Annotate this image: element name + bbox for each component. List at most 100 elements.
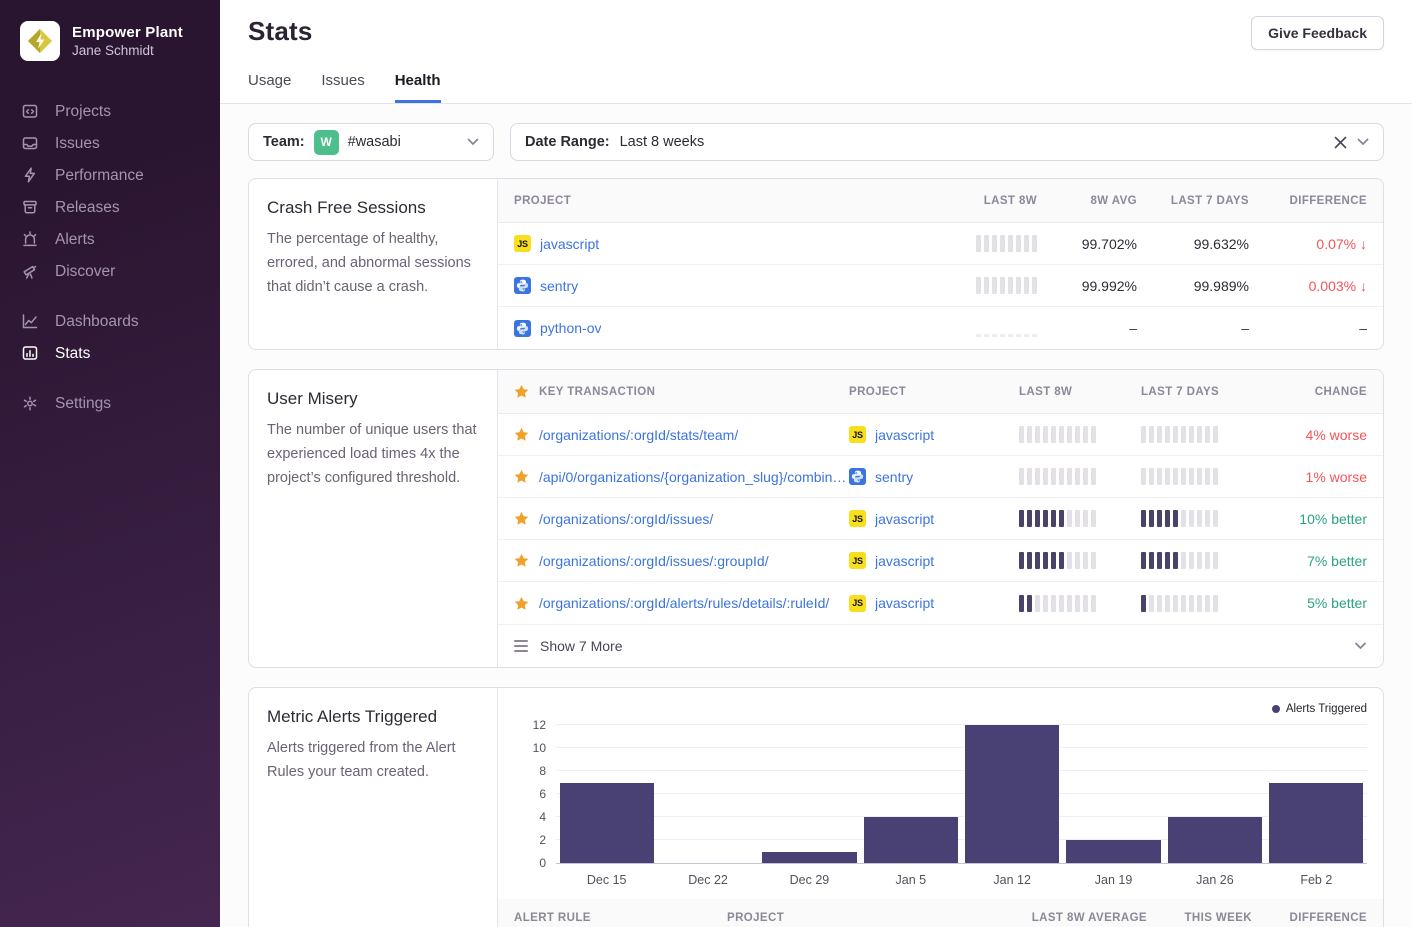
project-link[interactable]: javascript <box>875 553 934 569</box>
last-7-days-sparkline-cell <box>1141 595 1263 612</box>
8w-avg-cell: 99.702% <box>1037 236 1137 252</box>
project-link[interactable]: javascript <box>875 427 934 443</box>
bar-slot <box>556 726 657 863</box>
table-row: /organizations/:orgId/issues/JS javascrip… <box>498 498 1383 540</box>
clear-date-icon[interactable] <box>1334 136 1347 149</box>
sidebar-item-projects[interactable]: Projects <box>0 95 220 127</box>
x-axis-tick-label: Dec 15 <box>556 873 657 887</box>
bar-jan-12[interactable] <box>965 725 1059 863</box>
change-cell: 4% worse <box>1263 427 1367 443</box>
x-axis-tick-label: Jan 5 <box>860 873 961 887</box>
last-7-days-cell: 99.632% <box>1137 236 1249 252</box>
user-misery-panel: User Misery The number of unique users t… <box>248 369 1384 668</box>
transaction-link[interactable]: /organizations/:orgId/issues/:groupId/ <box>539 553 769 569</box>
filter-bar: Team: W #wasabi Date Range: Last 8 weeks <box>248 123 1384 161</box>
give-feedback-button[interactable]: Give Feedback <box>1251 16 1384 50</box>
org-switcher[interactable]: Empower Plant Jane Schmidt <box>0 0 220 71</box>
x-axis-tick-label: Feb 2 <box>1266 873 1367 887</box>
transaction-link[interactable]: /api/0/organizations/{organization_slug}… <box>539 469 849 485</box>
javascript-platform-icon: JS <box>849 510 866 527</box>
panel-subtitle: The number of unique users that experien… <box>267 419 479 491</box>
chevron-down-icon <box>1354 642 1367 650</box>
tab-usage[interactable]: Usage <box>248 72 291 103</box>
y-axis-tick-label: 8 <box>539 764 546 778</box>
project-link[interactable]: javascript <box>875 511 934 527</box>
user-misery-table-header: Key Transaction Project Last 8W Last 7 D… <box>498 370 1383 414</box>
sidebar-item-discover[interactable]: Discover <box>0 255 220 287</box>
project-cell: JSjavascript <box>849 595 1019 612</box>
sparkline-bars <box>1019 595 1141 612</box>
sidebar-item-dashboards[interactable]: Dashboards <box>0 305 220 337</box>
sparkline-bars <box>1141 595 1263 612</box>
project-link[interactable]: sentry <box>875 469 913 485</box>
project-link[interactable]: javascript <box>540 236 599 252</box>
discover-icon <box>20 261 40 281</box>
team-selector[interactable]: Team: W #wasabi <box>248 123 494 161</box>
project-cell: python-ov <box>514 320 925 337</box>
transaction-link[interactable]: /organizations/:orgId/stats/team/ <box>539 427 738 443</box>
sparkline-bars <box>1019 468 1141 485</box>
y-axis-tick-label: 2 <box>539 833 546 847</box>
bar-jan-26[interactable] <box>1168 817 1262 863</box>
project-cell: JS javascript <box>849 510 1019 527</box>
sidebar-item-label: Releases <box>55 198 120 217</box>
key-transaction-cell: /organizations/:orgId/issues/ <box>514 511 849 527</box>
team-value: #wasabi <box>348 134 401 150</box>
column-header-last-7-days: Last 7 Days <box>1137 195 1249 207</box>
python-platform-icon <box>514 320 531 337</box>
sparkline-bars <box>1019 552 1141 569</box>
project-link[interactable]: javascript <box>875 595 934 611</box>
sparkline-bars <box>1019 510 1141 527</box>
content: Team: W #wasabi Date Range: Last 8 weeks <box>220 104 1412 927</box>
org-text: Empower Plant Jane Schmidt <box>72 24 183 58</box>
bar-dec-15[interactable] <box>560 783 654 864</box>
sidebar-item-alerts[interactable]: Alerts <box>0 223 220 255</box>
bar-jan-19[interactable] <box>1066 840 1160 863</box>
show-more-button[interactable]: Show 7 More <box>498 624 1383 667</box>
sidebar-item-label: Alerts <box>55 230 95 249</box>
sparkline-bars <box>976 277 1037 294</box>
date-range-selector[interactable]: Date Range: Last 8 weeks <box>510 123 1384 161</box>
date-range-label: Date Range: <box>525 134 610 150</box>
sparkline-bars <box>1141 552 1263 569</box>
table-row: /organizations/:orgId/alerts/rules/detai… <box>498 582 1383 624</box>
javascript-platform-icon: JS <box>849 426 866 443</box>
sidebar-item-releases[interactable]: Releases <box>0 191 220 223</box>
column-header-last-7-days: Last 7 Days <box>1141 386 1263 398</box>
transaction-link[interactable]: /organizations/:orgId/alerts/rules/detai… <box>539 595 829 611</box>
bar-feb-2[interactable] <box>1269 783 1363 864</box>
star-icon <box>514 469 529 484</box>
sidebar-item-issues[interactable]: Issues <box>0 127 220 159</box>
bar-dec-29[interactable] <box>762 852 856 864</box>
tab-health[interactable]: Health <box>395 72 441 103</box>
sidebar-item-performance[interactable]: Performance <box>0 159 220 191</box>
tab-issues[interactable]: Issues <box>321 72 364 103</box>
last-8w-sparkline-cell <box>925 320 1037 337</box>
javascript-platform-icon: JS <box>514 235 531 252</box>
legend-label: Alerts Triggered <box>1286 703 1367 715</box>
last-7-days-sparkline-cell <box>1141 468 1263 485</box>
project-link[interactable]: python-ov <box>540 320 601 336</box>
org-name: Empower Plant <box>72 24 183 41</box>
sidebar-item-label: Projects <box>55 102 111 121</box>
project-link[interactable]: sentry <box>540 278 578 294</box>
last-8w-sparkline-cell <box>925 235 1037 252</box>
x-axis-tick-label: Dec 22 <box>657 873 758 887</box>
sidebar-item-stats[interactable]: Stats <box>0 337 220 369</box>
sidebar-item-settings[interactable]: Settings <box>0 387 220 419</box>
alerts-icon <box>20 229 40 249</box>
chart-x-axis-labels: Dec 15Dec 22Dec 29Jan 5Jan 12Jan 19Jan 2… <box>556 873 1367 887</box>
metric-alerts-chart-area: Alerts Triggered 024681012 Dec 15Dec 22D… <box>498 688 1383 927</box>
python-platform-icon <box>849 468 866 485</box>
transaction-link[interactable]: /organizations/:orgId/issues/ <box>539 511 713 527</box>
sparkline-bars <box>1141 510 1263 527</box>
sidebar: Empower Plant Jane Schmidt Projects Issue… <box>0 0 220 927</box>
sidebar-item-label: Dashboards <box>55 312 139 331</box>
table-row: sentry99.992%99.989%0.003% ↓ <box>498 265 1383 307</box>
projects-icon <box>20 101 40 121</box>
table-row: JSjavascript99.702%99.632%0.07% ↓ <box>498 223 1383 265</box>
issues-icon <box>20 133 40 153</box>
bar-jan-5[interactable] <box>864 817 958 863</box>
table-row: /organizations/:orgId/issues/:groupId/JS… <box>498 540 1383 582</box>
python-platform-icon <box>514 277 531 294</box>
